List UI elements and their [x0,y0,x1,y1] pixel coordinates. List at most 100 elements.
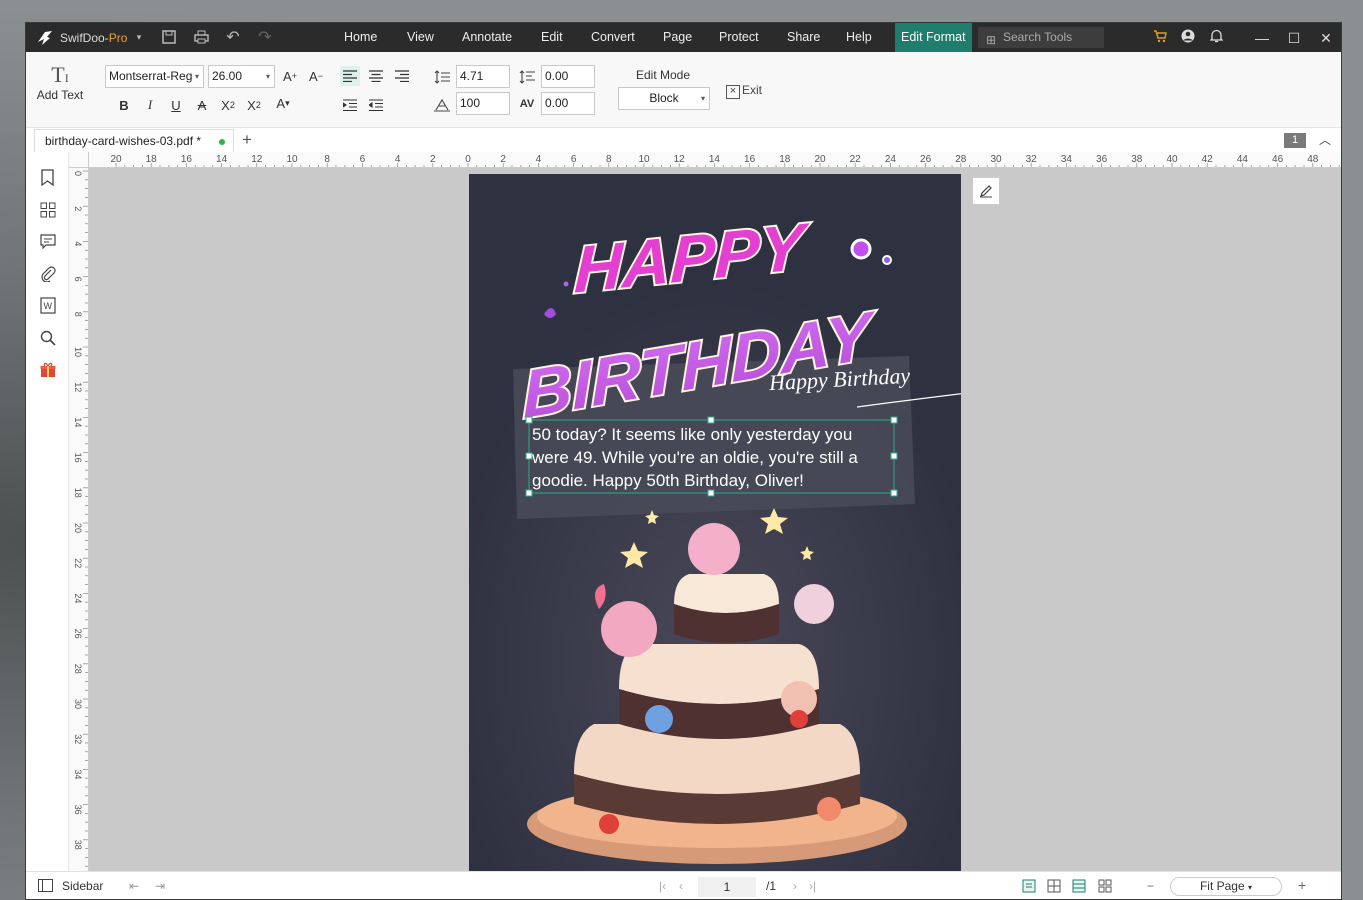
zoom-in-icon[interactable]: + [1298,877,1306,893]
two-page-view-icon[interactable] [1047,879,1061,896]
indent-decrease-icon[interactable] [366,95,386,115]
ruler-corner [69,152,89,168]
character-spacing-input[interactable]: 0.00 [541,92,595,115]
search-tools-input[interactable]: ⊞ Search Tools [978,27,1104,48]
line-spacing-input[interactable]: 4.71 [456,65,510,88]
ruler-v-label: 20 [73,523,83,533]
character-spacing-icon: AV [519,98,535,110]
document-tab[interactable]: birthday-card-wishes-03.pdf * [34,129,234,152]
undo-icon[interactable]: ↶ [224,28,242,46]
menu-page[interactable]: Page [663,23,692,52]
menu-annotate[interactable]: Annotate [462,23,512,52]
exit-button[interactable]: × Exit [726,83,762,99]
chevron-down-icon: ▾ [265,72,270,81]
minimize-icon[interactable]: — [1253,29,1271,47]
zoom-value: Fit Page [1199,879,1245,893]
superscript-icon[interactable]: X2 [218,95,238,115]
edit-mode-select[interactable]: Block ▾ [618,87,710,110]
paragraph-spacing-value: 0.00 [545,69,569,83]
subscript-icon[interactable]: X2 [244,95,264,115]
menu-protect[interactable]: Protect [719,23,759,52]
cart-icon[interactable] [1151,29,1169,47]
menu-share[interactable]: Share [787,23,820,52]
menu-edit-format[interactable]: Edit Format [895,23,972,52]
previous-view-icon[interactable]: ⇤ [129,879,139,893]
card-message-line-1[interactable]: 50 today? It seems like only yesterday y… [532,425,852,444]
indent-increase-icon[interactable] [340,95,360,115]
save-icon[interactable] [160,28,178,46]
menu-home[interactable]: Home [344,23,377,52]
close-icon[interactable]: ✕ [1317,29,1335,47]
word-convert-icon[interactable]: W [38,296,57,315]
menu-convert[interactable]: Convert [591,23,635,52]
attachment-icon[interactable] [38,264,57,283]
ruler-v-label: 38 [73,840,83,850]
birthday-card-artwork: HAPPY BIRTHDAY Happy Birthday 50 today? … [469,174,968,871]
print-icon[interactable] [192,28,210,46]
menu-edit[interactable]: Edit [541,23,563,52]
font-family-select[interactable]: Montserrat-Reg ▾ [105,65,204,88]
strikethrough-icon[interactable]: A [192,95,212,115]
account-icon[interactable] [1179,29,1197,47]
add-text-button[interactable]: TI Add Text [36,62,84,102]
align-right-icon[interactable] [392,66,412,86]
ruler-v-label: 24 [73,593,83,603]
gift-icon[interactable] [38,360,57,379]
paragraph-spacing-icon [517,67,537,87]
italic-icon[interactable]: I [140,95,160,115]
decrease-font-icon[interactable]: A − [306,66,326,86]
pdf-page[interactable]: HAPPY BIRTHDAY Happy Birthday 50 today? … [469,174,968,871]
redo-icon[interactable]: ↷ [256,28,274,46]
character-spacing-value: 0.00 [545,96,569,110]
new-tab-plus-icon[interactable]: + [242,130,252,150]
grid-view-icon[interactable] [1098,879,1112,896]
zoom-select[interactable]: Fit Page ▾ [1170,877,1282,896]
font-color-icon[interactable]: A ▾ [270,93,296,113]
character-scale-icon [432,95,452,115]
document-canvas[interactable]: HAPPY BIRTHDAY Happy Birthday 50 today? … [89,168,1341,871]
font-size-select[interactable]: 26.00 ▾ [208,65,275,88]
edit-pencil-icon[interactable] [972,177,1000,205]
ruler-v-label: 8 [73,312,83,317]
increase-font-icon[interactable]: A + [280,66,300,86]
previous-page-icon[interactable]: ‹ [679,879,683,893]
notification-bell-icon[interactable] [1207,29,1225,47]
single-page-view-icon[interactable] [1022,879,1036,896]
font-family-value: Montserrat-Reg [109,69,193,83]
page-number-input[interactable]: 1 [698,877,756,897]
first-page-icon[interactable]: |‹ [659,879,666,893]
bold-icon[interactable]: B [114,95,134,115]
continuous-view-icon[interactable] [1072,879,1086,896]
zoom-out-icon[interactable]: − [1147,879,1154,893]
next-view-icon[interactable]: ⇥ [155,879,165,893]
horizontal-ruler: 20 18 16 14 12 10 8 6 4 2 0 2 4 6 8 10 12 14 16 18 20 22 24 26 2… [89,152,1341,168]
search-icon[interactable] [38,328,57,347]
sidebar-toggle-icon[interactable] [38,879,53,895]
collapse-ribbon-chevron-up-icon[interactable]: ︿ [1319,131,1331,148]
ruler-v-label: 2 [73,206,83,211]
line-spacing-icon [432,67,452,87]
next-page-icon[interactable]: › [793,879,797,893]
last-page-icon[interactable]: ›| [809,879,816,893]
page-total: /1 [766,879,777,893]
brand-dropdown-icon[interactable]: ▾ [130,28,148,46]
edit-mode-value: Block [649,91,679,105]
paragraph-spacing-input[interactable]: 0.00 [541,65,595,88]
edit-format-ribbon: TI Add Text Montserrat-Reg ▾ 26.00 ▾ A + A −… [26,52,1341,128]
comments-icon[interactable] [38,232,57,251]
card-message-line-3[interactable]: goodie. Happy 50th Birthday, Oliver! [532,471,804,490]
align-left-icon[interactable] [340,66,360,86]
exit-icon: × [726,85,740,99]
align-center-icon[interactable] [366,66,386,86]
menu-help[interactable]: Help [846,23,872,52]
edit-mode-label: Edit Mode [636,68,691,82]
bookmark-icon[interactable] [38,168,57,187]
sidebar-label[interactable]: Sidebar [62,879,103,893]
character-scale-input[interactable]: 100 [456,92,510,115]
thumbnails-icon[interactable] [38,200,57,219]
maximize-icon[interactable]: ☐ [1285,29,1303,47]
menu-view[interactable]: View [407,23,434,52]
underline-icon[interactable]: U [166,95,186,115]
ruler-v-label: 30 [73,699,83,709]
card-message-line-2[interactable]: were 49. While you're an oldie, you're s… [531,448,858,467]
